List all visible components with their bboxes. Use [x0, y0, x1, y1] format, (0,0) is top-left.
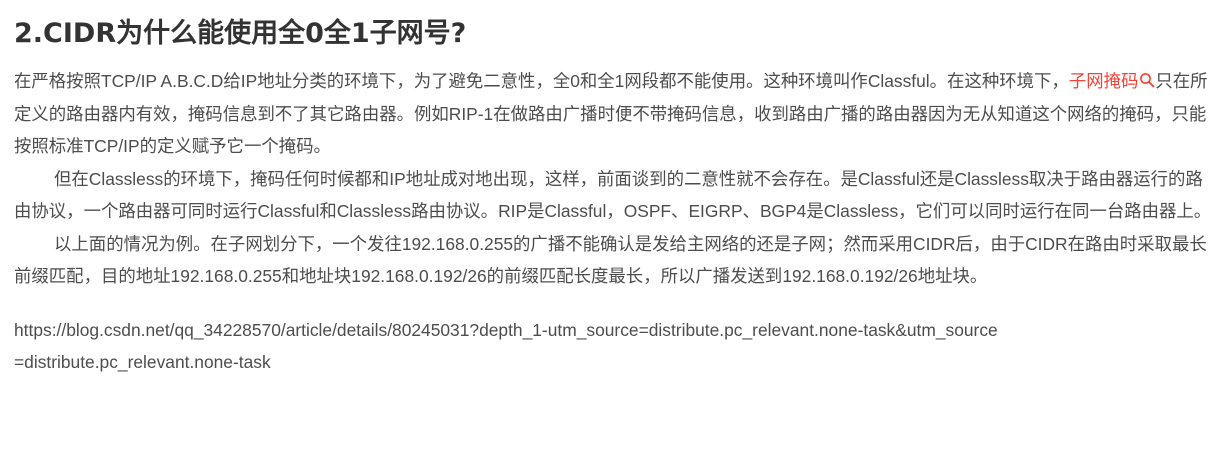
paragraph-1-text-before: 在严格按照TCP/IP A.B.C.D给IP地址分类的环境下，为了避免二意性，全…	[14, 71, 1069, 91]
keyword-link-label[interactable]: 子网掩码	[1069, 71, 1139, 91]
section-heading: 2.CIDR为什么能使用全0全1子网号?	[14, 18, 467, 49]
keyword-link-subnet-mask[interactable]: 子网掩码	[1069, 71, 1156, 91]
paragraph-2: 但在Classless的环境下，掩码任何时候都和IP地址成对地出现，这样，前面谈…	[14, 168, 1212, 222]
paragraph-1: 在严格按照TCP/IP A.B.C.D给IP地址分类的环境下，为了避免二意性，全…	[14, 65, 1214, 163]
search-icon[interactable]	[1139, 72, 1155, 88]
article-body: 2.CIDR为什么能使用全0全1子网号? 在严格按照TCP/IP A.B.C.D…	[0, 0, 1228, 458]
paragraph-3: 以上面的情况为例。在子网划分下，一个发往192.168.0.255的广播不能确认…	[14, 233, 1207, 287]
source-url: https://blog.csdn.net/qq_34228570/articl…	[14, 319, 998, 373]
